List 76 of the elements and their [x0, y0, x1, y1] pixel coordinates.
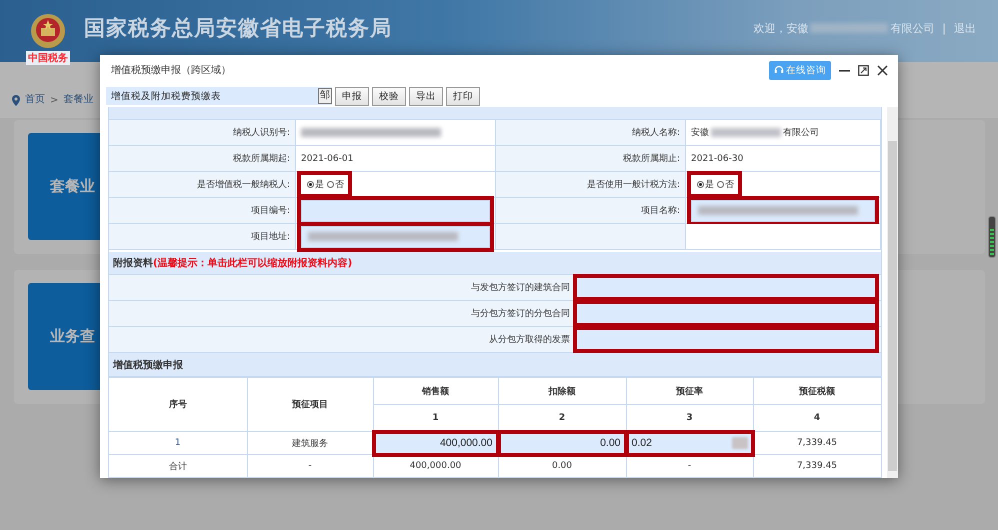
input-field[interactable] [577, 330, 875, 349]
input-field[interactable]: 400,000.00 [376, 434, 496, 452]
radio-label: 否 [725, 179, 734, 191]
table-cell: - [308, 461, 312, 471]
radio-label: 是 [705, 178, 714, 191]
column-header: 销售额 [422, 386, 449, 396]
dialog-title: 增值税预缴申报（跨区域） [111, 64, 231, 77]
location-pin-icon [12, 95, 20, 106]
company-name: 有限公司 [890, 20, 934, 36]
maximize-button[interactable] [858, 64, 869, 76]
field-label: 从分包方取得的发票 [489, 334, 570, 346]
breadcrumb-separator: > [50, 95, 58, 106]
field-value: 2021-06-01 [301, 154, 354, 164]
radio-button[interactable] [717, 181, 724, 188]
table-cell: 合计 [168, 462, 187, 472]
field-label: 纳税人名称: [632, 126, 680, 139]
table-cell: 建筑服务 [292, 438, 328, 448]
section-title[interactable]: 附报资料 [113, 256, 153, 270]
column-number: 2 [558, 413, 566, 423]
close-button[interactable] [877, 64, 888, 76]
column-header: 序号 [168, 400, 187, 410]
breadcrumb-link[interactable]: 首页 [25, 92, 45, 106]
headset-icon [774, 65, 784, 75]
blurred-icon [732, 437, 748, 449]
column-header: 预征项目 [292, 400, 328, 410]
field-label: 纳税人识别号: [232, 126, 290, 139]
column-header: 扣除额 [548, 386, 576, 396]
radio-label: 是 [315, 178, 324, 191]
emblem-icon [29, 12, 67, 50]
greeting-text: 欢迎，安徽 [753, 20, 808, 36]
form-select[interactable]: 增值税及附加税费预缴表 邹 [106, 87, 332, 105]
toolbar-button[interactable]: 打印 [446, 86, 480, 106]
radio-button[interactable] [307, 181, 314, 188]
field-value: 安徽 [691, 126, 709, 139]
row-number: 1 [174, 438, 181, 448]
field-value: 有限公司 [783, 126, 819, 139]
site-title: 国家税务总局安徽省电子税务局 [84, 15, 392, 42]
radio-button[interactable] [327, 181, 334, 188]
signal-meter-icon [988, 216, 996, 258]
field-label: 与发包方签订的建筑合同 [471, 282, 570, 294]
toolbar-button[interactable]: 申报 [335, 86, 369, 106]
input-field[interactable] [577, 278, 875, 297]
toolbar-button[interactable]: 导出 [409, 86, 443, 106]
field-label: 是否使用一般计税方法: [586, 178, 680, 191]
blurred-text [711, 128, 781, 137]
maximize-icon [858, 64, 869, 76]
column-number: 1 [432, 413, 439, 423]
radio-label: 否 [335, 179, 344, 191]
field-label: 项目名称: [640, 204, 680, 217]
toolbar-button[interactable]: 校验 [372, 86, 406, 106]
breadcrumb-link[interactable]: 套餐业 [63, 92, 94, 106]
input-field[interactable]: 0.02 [628, 434, 750, 452]
table-cell: 7,339.45 [796, 461, 838, 471]
column-number: 4 [814, 413, 820, 423]
radio-button[interactable] [697, 181, 704, 188]
input-field[interactable]: 0.00 [500, 434, 624, 452]
table-cell: 7,339.45 [796, 438, 838, 448]
close-icon [877, 64, 888, 76]
input-field[interactable] [577, 304, 875, 323]
logo-caption: 中国税务 [26, 50, 70, 64]
field-label: 项目地址: [250, 230, 290, 243]
field-value: 2021-06-30 [691, 154, 744, 164]
table-cell: 400,000.00 [410, 461, 462, 471]
scrollbar[interactable] [887, 107, 898, 478]
field-label: 税款所属期起: [232, 152, 290, 165]
table-cell: - [688, 461, 692, 471]
table-cell: 0.00 [552, 461, 572, 471]
field-label: 是否增值税一般纳税人: [196, 178, 290, 191]
column-number: 3 [686, 413, 693, 423]
field-label: 税款所属期止: [622, 152, 680, 165]
column-header: 预征率 [676, 386, 703, 396]
field-label: 项目编号: [250, 204, 290, 217]
column-header: 预征税额 [799, 386, 835, 396]
separator: | [942, 22, 946, 34]
hint-text: (温馨提示：单击此栏可以缩放附报资料内容) [153, 256, 352, 270]
field-label: 与分包方签订的分包合同 [471, 308, 570, 320]
